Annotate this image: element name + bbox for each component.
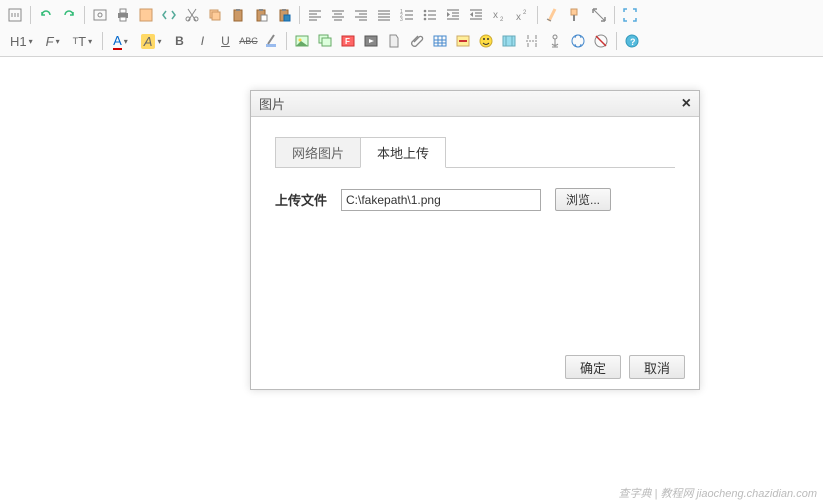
bg-color-label: A xyxy=(141,34,156,49)
upload-file-label: 上传文件 xyxy=(275,190,327,209)
separator xyxy=(537,6,538,24)
watermark-text: 查字典 | 教程网 jiaocheng.chazidian.com xyxy=(619,485,818,501)
undo-icon[interactable] xyxy=(35,4,57,26)
image-icon[interactable] xyxy=(291,30,313,52)
file-path-input[interactable] xyxy=(341,189,541,211)
separator xyxy=(102,32,103,50)
tab-local-upload[interactable]: 本地上传 xyxy=(360,137,446,168)
multi-image-icon[interactable] xyxy=(314,30,336,52)
align-center-icon[interactable] xyxy=(327,4,349,26)
align-justify-icon[interactable] xyxy=(373,4,395,26)
heading-dropdown[interactable]: H1▾ xyxy=(4,30,39,52)
font-family-dropdown[interactable]: F▾ xyxy=(40,30,66,52)
upload-row: 上传文件 浏览... xyxy=(275,188,675,211)
paste-text-icon[interactable] xyxy=(250,4,272,26)
font-size-dropdown[interactable]: TT▾ xyxy=(67,30,98,52)
copy-icon[interactable] xyxy=(204,4,226,26)
map-icon[interactable] xyxy=(498,30,520,52)
dialog-footer: 确定 取消 xyxy=(565,355,685,379)
align-left-icon[interactable] xyxy=(304,4,326,26)
text-color-label: A xyxy=(113,33,122,50)
paste-icon[interactable] xyxy=(227,4,249,26)
file-icon[interactable] xyxy=(383,30,405,52)
emoticon-icon[interactable] xyxy=(475,30,497,52)
svg-text:?: ? xyxy=(630,37,636,47)
svg-text:x: x xyxy=(516,12,521,23)
table-icon[interactable] xyxy=(429,30,451,52)
separator xyxy=(30,6,31,24)
paste-word-icon[interactable] xyxy=(273,4,295,26)
remove-format-icon[interactable] xyxy=(260,30,282,52)
ordered-list-icon[interactable]: 123 xyxy=(396,4,418,26)
toolbar-row-1: 123 x2 x2 xyxy=(0,2,823,28)
code-icon[interactable] xyxy=(158,4,180,26)
superscript-icon[interactable]: x2 xyxy=(511,4,533,26)
dialog-title: 图片 xyxy=(259,94,285,113)
strikethrough-button[interactable]: ABC xyxy=(237,30,259,52)
svg-text:2: 2 xyxy=(523,10,527,16)
underline-button[interactable]: U xyxy=(214,30,236,52)
dialog-titlebar[interactable]: 图片 × xyxy=(251,91,699,117)
toolbar-row-2: H1▾ F▾ TT▾ A▾ A▾ B I U ABC F ? xyxy=(0,28,823,54)
underline-label: U xyxy=(221,34,230,48)
svg-text:F: F xyxy=(345,37,350,46)
unlink-icon[interactable] xyxy=(590,30,612,52)
about-icon[interactable]: ? xyxy=(621,30,643,52)
flash-icon[interactable]: F xyxy=(337,30,359,52)
font-size-label: T xyxy=(78,34,86,49)
cut-icon[interactable] xyxy=(181,4,203,26)
image-dialog: 图片 × 网络图片 本地上传 上传文件 浏览... 确定 取消 xyxy=(250,90,700,390)
text-color-dropdown[interactable]: A▾ xyxy=(107,30,134,52)
clear-format-icon[interactable] xyxy=(542,4,564,26)
close-icon[interactable]: × xyxy=(682,95,691,113)
svg-text:3: 3 xyxy=(400,17,403,23)
indent-icon[interactable] xyxy=(442,4,464,26)
fullscreen-icon[interactable] xyxy=(619,4,641,26)
strike-label: ABC xyxy=(239,36,258,46)
tab-strip: 网络图片 本地上传 xyxy=(275,137,675,168)
cancel-button[interactable]: 取消 xyxy=(629,355,685,379)
separator xyxy=(614,6,615,24)
separator xyxy=(616,32,617,50)
heading-label: H1 xyxy=(10,34,27,49)
template-icon[interactable] xyxy=(135,4,157,26)
attachment-icon[interactable] xyxy=(406,30,428,52)
italic-button[interactable]: I xyxy=(191,30,213,52)
dialog-body: 网络图片 本地上传 上传文件 浏览... xyxy=(251,117,699,211)
link-icon[interactable] xyxy=(567,30,589,52)
separator xyxy=(286,32,287,50)
svg-text:2: 2 xyxy=(500,17,504,23)
quickformat-icon[interactable] xyxy=(565,4,587,26)
align-right-icon[interactable] xyxy=(350,4,372,26)
subscript-icon[interactable]: x2 xyxy=(488,4,510,26)
source-code-icon[interactable] xyxy=(4,4,26,26)
anchor-icon[interactable] xyxy=(544,30,566,52)
bold-label: B xyxy=(175,34,184,48)
bg-color-dropdown[interactable]: A▾ xyxy=(135,30,168,52)
font-family-label: F xyxy=(46,34,54,49)
browse-button[interactable]: 浏览... xyxy=(555,188,611,211)
ok-button[interactable]: 确定 xyxy=(565,355,621,379)
editor-toolbar: 123 x2 x2 H1▾ F▾ TT▾ A▾ A▾ B I U ABC F xyxy=(0,0,823,57)
separator xyxy=(84,6,85,24)
preview-icon[interactable] xyxy=(89,4,111,26)
hr-icon[interactable] xyxy=(452,30,474,52)
print-icon[interactable] xyxy=(112,4,134,26)
redo-icon[interactable] xyxy=(58,4,80,26)
media-icon[interactable] xyxy=(360,30,382,52)
tab-network-image[interactable]: 网络图片 xyxy=(275,137,361,167)
italic-label: I xyxy=(201,34,204,48)
unordered-list-icon[interactable] xyxy=(419,4,441,26)
outdent-icon[interactable] xyxy=(465,4,487,26)
bold-button[interactable]: B xyxy=(168,30,190,52)
select-all-icon[interactable] xyxy=(588,4,610,26)
svg-text:x: x xyxy=(493,10,498,21)
pagebreak-icon[interactable] xyxy=(521,30,543,52)
separator xyxy=(299,6,300,24)
